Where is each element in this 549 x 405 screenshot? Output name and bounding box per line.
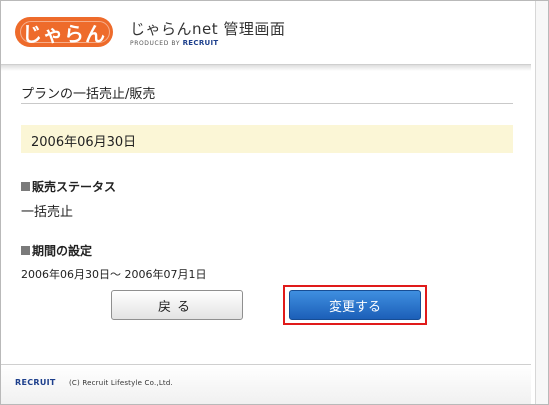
recruit-brand: RECRUIT [182,39,219,47]
square-bullet-icon [21,246,30,255]
period-heading-label: 期間の設定 [32,244,93,258]
jalan-logo: じゃらん [15,17,113,47]
header-divider [1,64,531,71]
scroll-gutter[interactable] [535,1,548,404]
recruit-footer-logo: RECRUIT [15,378,56,387]
footer: RECRUIT (C) Recruit Lifestyle Co.,Ltd. [1,365,531,404]
date-band: 2006年06月30日 [21,125,513,153]
copyright-text: (C) Recruit Lifestyle Co.,Ltd. [69,379,173,387]
logo-text: じゃらん [22,21,106,46]
change-button[interactable]: 変更する [289,290,421,320]
period-section-heading: 期間の設定 [21,242,92,259]
status-section-heading: 販売ステータス [21,178,116,195]
page-title: プランの一括売止/販売 [21,87,156,102]
square-bullet-icon [21,182,30,191]
produced-by: PRODUCED BY RECRUIT [130,39,218,47]
status-value: 一括売止 [21,205,74,220]
title-divider [21,103,513,104]
produced-by-label: PRODUCED BY [130,40,181,47]
period-value: 2006年06月30日～ 2006年07月1日 [21,268,207,281]
back-button[interactable]: 戻る [111,290,243,320]
target-date: 2006年06月30日 [31,135,137,150]
admin-window: じゃらん じゃらんnet 管理画面 PRODUCED BY RECRUIT プラ… [0,0,549,405]
header: じゃらん じゃらんnet 管理画面 PRODUCED BY RECRUIT [1,1,531,65]
app-title: じゃらんnet 管理画面 [130,20,286,38]
status-heading-label: 販売ステータス [32,180,117,194]
footer-logo-text: RECRUIT [15,378,56,387]
